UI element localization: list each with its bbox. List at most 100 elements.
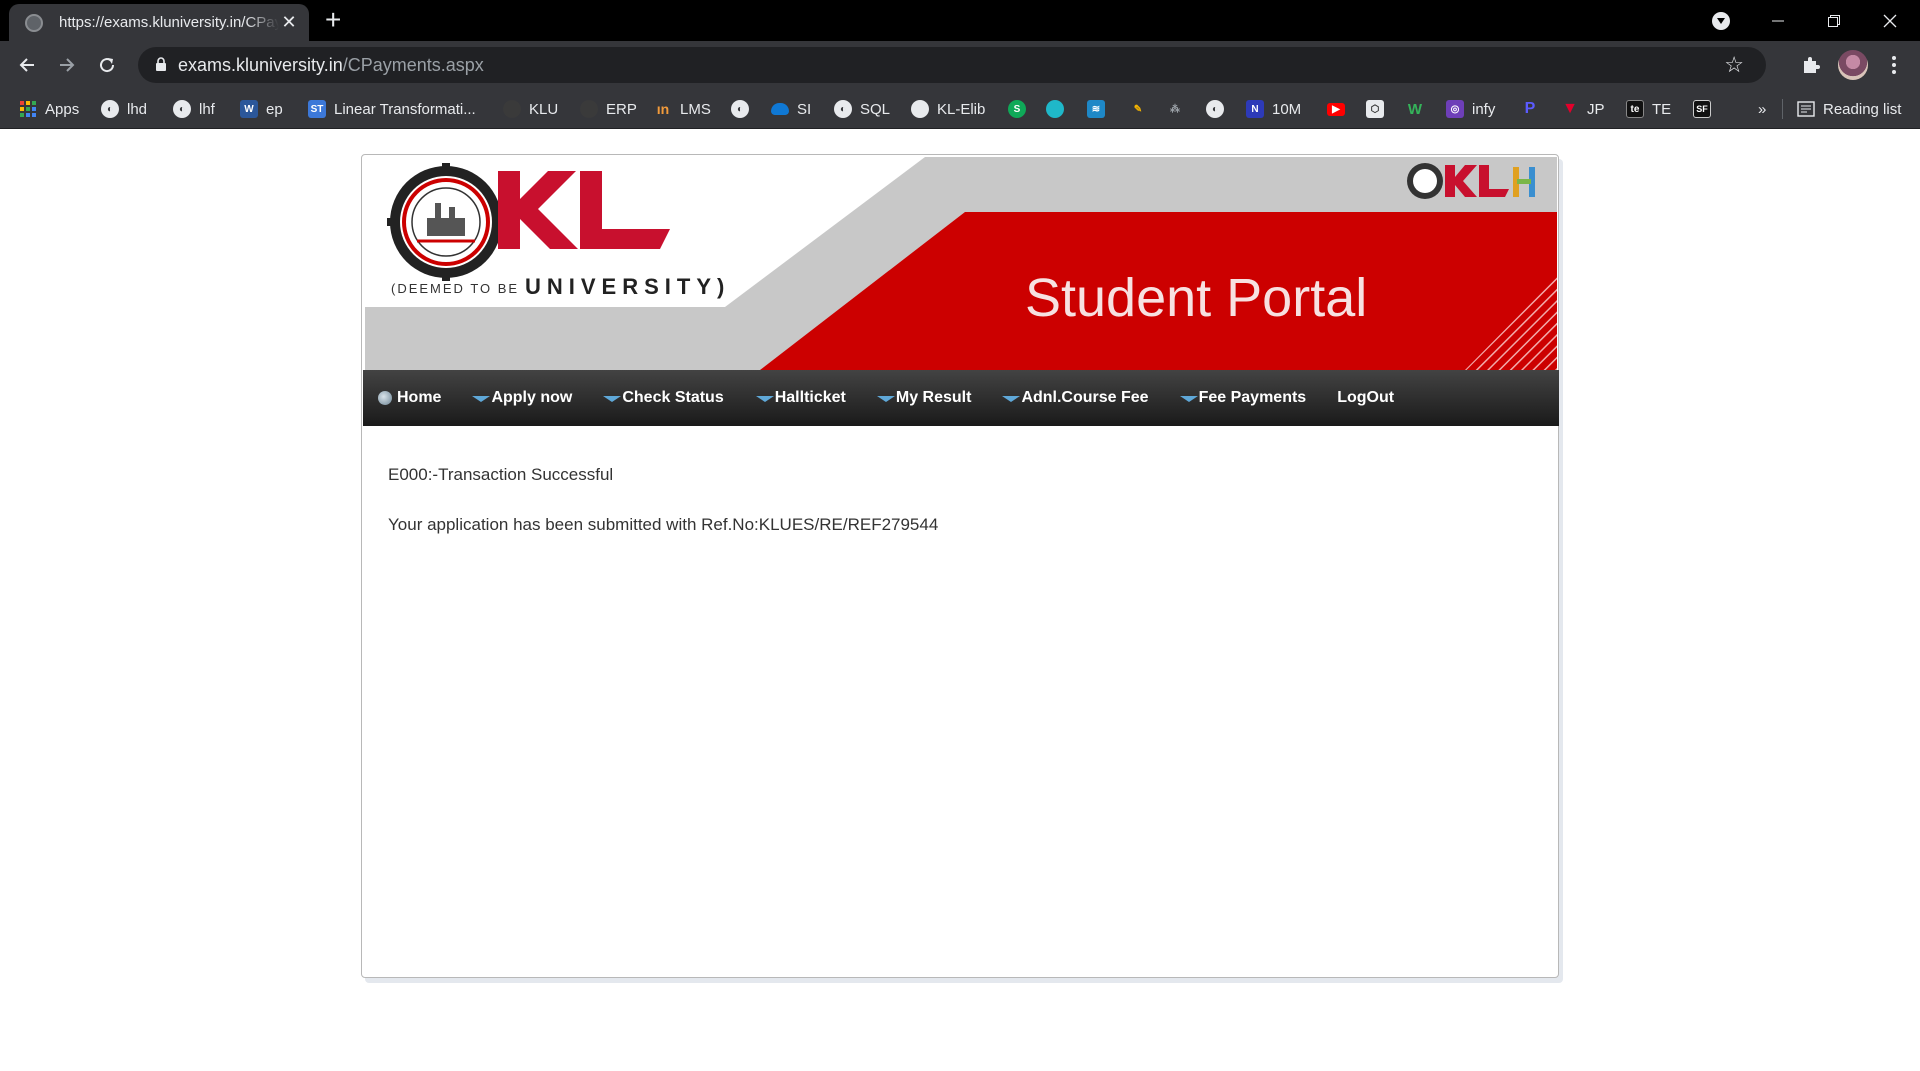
bookmark-sql[interactable]: ◐ SQL [834,89,890,129]
url-path: /CPayments.aspx [342,55,484,75]
bookmark-si[interactable]: SI [771,89,811,129]
globe-icon: ◐ [173,100,191,118]
portal-container: (DEEMED TO BE UNIVERSITY) Student Portal… [361,154,1559,978]
bookmark-kl-elib[interactable]: KL-Elib [911,89,985,129]
bookmark-sf[interactable]: SF [1693,89,1719,129]
bookmark-label: infy [1472,100,1496,118]
browser-tab[interactable]: https://exams.kluniversity.in/CPayments.… [9,4,309,41]
tab-title: https://exams.kluniversity.in/CPayments.… [59,14,279,31]
sf-icon: SF [1693,100,1711,118]
p-icon: P [1524,100,1536,117]
globe-icon: ◐ [1206,100,1224,118]
bookmark-label: Apps [45,100,80,118]
portal-banner: (DEEMED TO BE UNIVERSITY) Student Portal [365,157,1557,370]
globe-icon: ◐ [834,100,852,118]
bookmark-10m[interactable]: N 10M [1246,89,1301,129]
bookmark-erp[interactable]: ERP [580,89,637,129]
nav-home[interactable]: Home [378,389,441,407]
back-button[interactable] [11,49,43,81]
dots-icon: ⁂ [1170,103,1180,115]
nav-hallticket[interactable]: Hallticket [755,389,846,407]
bookmark-label: LMS [680,100,711,118]
bookmark-apps[interactable]: Apps [19,89,79,129]
bookmark-label: Linear Transformati... [334,100,476,118]
bookmarks-separator [1782,99,1783,119]
bookmark-s[interactable]: S [1008,89,1034,129]
bookmark-cap[interactable]: ≋ [1087,89,1113,129]
nav-label: Check Status [622,389,724,406]
tab-search-icon[interactable] [1712,12,1730,30]
bookmark-klu[interactable]: KLU [503,89,558,129]
browser-toolbar: exams.kluniversity.in/CPayments.aspx ☆ [0,41,1920,89]
bookmark-lhd[interactable]: ◐ lhd [101,89,147,129]
reading-list-button[interactable]: Reading list [1797,89,1901,129]
nav-check-status[interactable]: Check Status [603,389,724,407]
restore-icon [1828,14,1840,27]
reload-button[interactable] [91,49,123,81]
word-icon: W [240,100,258,118]
nav-adnl-course-fee[interactable]: Adnl.Course Fee [1002,389,1149,407]
minimize-button[interactable] [1750,0,1806,41]
globe-icon: ◐ [731,100,749,118]
nav-my-result[interactable]: My Result [876,389,972,407]
bookmark-te[interactable]: te TE [1626,89,1671,129]
nav-label: My Result [895,389,972,406]
profile-avatar[interactable] [1838,50,1868,80]
bookmark-lms[interactable]: ın LMS [654,89,711,129]
university-emblem-icon [387,163,505,281]
bookmark-pencil[interactable]: ✎ [1129,89,1155,129]
transaction-status-message: E000:-Transaction Successful [388,465,614,484]
forward-button[interactable] [51,49,83,81]
bookmark-globe-2[interactable]: ◐ [1206,89,1232,129]
new-tab-button[interactable]: + [325,6,341,34]
st-icon: ST [308,100,326,118]
bookmark-globe[interactable]: ◐ [731,89,757,129]
deemed-label: (DEEMED TO BE [391,281,520,296]
address-bar[interactable]: exams.kluniversity.in/CPayments.aspx ☆ [138,47,1766,83]
tab-strip: https://exams.kluniversity.in/CPayments.… [0,0,1920,41]
bookmark-youtube[interactable]: ▶ [1327,89,1353,129]
hexagon-icon: ⬡ [1366,100,1384,118]
restore-button[interactable] [1806,0,1862,41]
bookmark-jp[interactable]: ▼ JP [1561,89,1604,129]
bookmark-p[interactable]: P [1521,89,1547,129]
w-icon: W [1407,100,1423,118]
bookmark-dots[interactable]: ⁂ [1166,89,1192,129]
bookmark-label: SI [797,100,812,118]
elib-icon [911,100,929,118]
bookmark-w[interactable]: W [1406,89,1432,129]
browser-menu-button[interactable] [1878,49,1910,81]
bookmark-ep[interactable]: Wep [240,89,283,129]
erp-icon [580,100,598,118]
bookmark-label: lhd [127,100,148,118]
jp-icon: ▼ [1562,100,1578,117]
kl-logo-icon [498,171,670,249]
nav-fee-payments[interactable]: Fee Payments [1179,389,1306,407]
nav-apply-now[interactable]: Apply now [472,389,572,407]
bookmark-label: KL-Elib [937,100,986,118]
bookmark-label: ep [266,100,283,118]
bookmark-infy[interactable]: ◎ infy [1446,89,1495,129]
bookmark-star-icon[interactable]: ☆ [1724,52,1744,78]
nav-logout[interactable]: LogOut [1337,389,1394,407]
chevron-double-right-icon: » [1758,100,1767,118]
bookmark-label: TE [1652,100,1672,118]
url-text: exams.kluniversity.in/CPayments.aspx [178,55,484,76]
bookmark-circle[interactable] [1046,89,1072,129]
klu-icon [503,100,521,118]
tenm-icon: N [1246,100,1264,118]
main-nav: Home Apply now Check Status Hallticket M… [363,370,1559,426]
bookmark-hex[interactable]: ⬡ [1366,89,1392,129]
apps-grid-icon [19,100,37,118]
bookmark-label: ERP [606,100,637,118]
bookmark-label: 10M [1272,100,1302,118]
bookmarks-overflow-button[interactable]: » [1758,89,1766,129]
nav-label: Adnl.Course Fee [1021,389,1149,406]
close-tab-icon[interactable]: ✕ [279,12,299,33]
extensions-button[interactable] [1795,49,1827,81]
close-window-button[interactable] [1862,0,1918,41]
bookmark-label: KLU [529,100,559,118]
bookmark-linear-transformation[interactable]: ST Linear Transformati... [308,89,476,129]
bookmark-lhf[interactable]: ◐ lhf [173,89,215,129]
bookmark-label: SQL [860,100,891,118]
